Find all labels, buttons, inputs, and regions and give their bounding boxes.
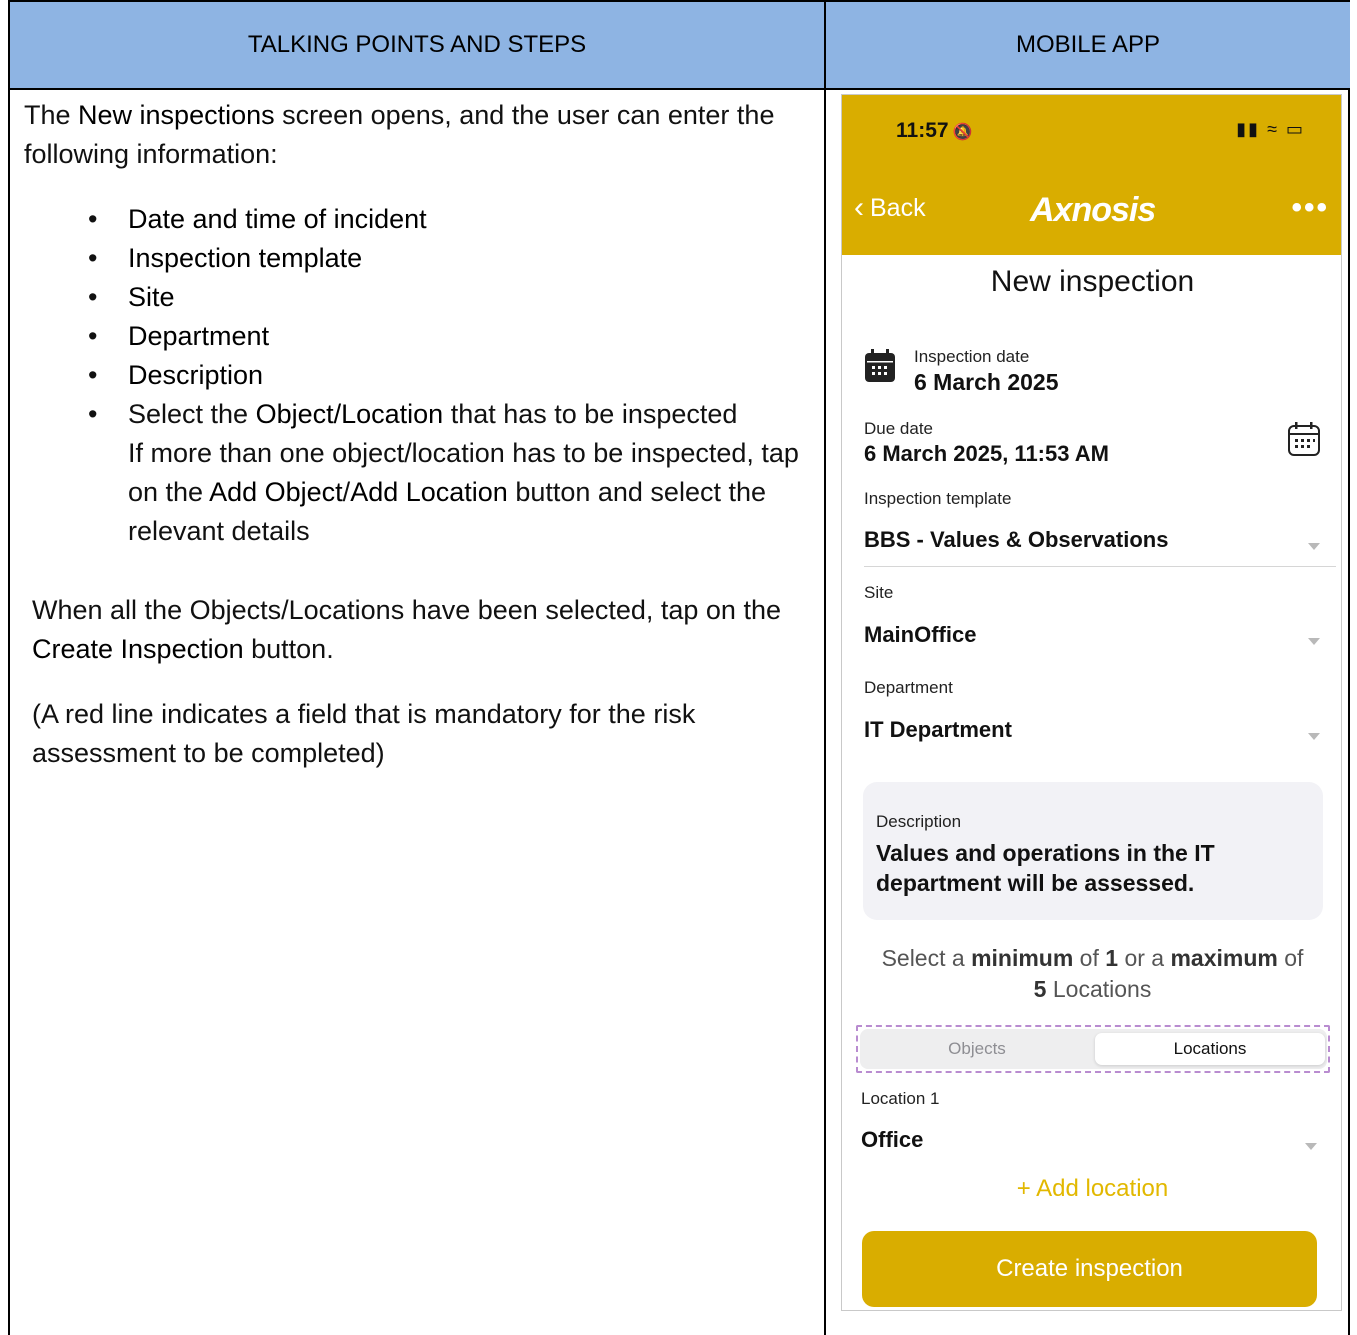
hint-text: Locations: [1046, 976, 1152, 1002]
due-date-label: Due date: [864, 419, 933, 438]
app-logo: Axnosis: [1030, 191, 1156, 229]
list-item: Site: [24, 278, 814, 317]
hint-min-value: 1: [1105, 945, 1119, 971]
intro-text: The: [24, 100, 79, 130]
calendar-icon[interactable]: [1287, 421, 1321, 457]
hint-max-value: 5: [1033, 976, 1047, 1002]
para1-bold: Create Inspection: [32, 634, 244, 664]
bell-slash-icon: 🔕: [952, 124, 973, 141]
hint-text: of: [1277, 945, 1304, 971]
tab-objects[interactable]: Objects: [862, 1033, 1092, 1065]
segmented-control: Objects Locations: [860, 1029, 1327, 1069]
header-mobile-app: MOBILE APP: [826, 2, 1350, 90]
chevron-left-icon: ‹: [854, 191, 864, 224]
hint-max: maximum: [1170, 945, 1278, 971]
chevron-down-icon: [1305, 1143, 1317, 1150]
hint-text: Select a: [881, 945, 972, 971]
header-right-label: MOBILE APP: [1015, 31, 1161, 58]
divider: [864, 566, 1336, 567]
phone-screenshot: 11:57 🔕 ▮▮ ≈ ▭ ‹ Back Axnosis ••• New ins…: [841, 94, 1342, 1311]
department-label: Department: [864, 678, 953, 697]
wifi-icon: ≈: [1267, 119, 1279, 139]
status-time-text: 11:57: [896, 119, 949, 142]
status-time: 11:57 🔕: [896, 119, 972, 143]
bullet-department: Department: [128, 321, 270, 351]
chevron-down-icon: [1308, 638, 1320, 645]
site-value: MainOffice: [864, 622, 977, 647]
para1-post: button.: [243, 634, 334, 664]
para1-text: When all the Objects/Locations have been…: [32, 595, 781, 625]
department-value: IT Department: [864, 717, 1012, 742]
bullet-template: Inspection template: [128, 243, 363, 273]
calendar-icon: [865, 349, 895, 382]
intro-bold: New inspections: [78, 100, 275, 130]
talking-points-column: The New inspections screen opens, and th…: [24, 96, 814, 773]
column-divider: [824, 2, 826, 1335]
department-select[interactable]: IT Department: [864, 717, 1334, 763]
description-value: Values and operations in the IT departme…: [876, 840, 1215, 896]
chevron-down-icon: [1308, 733, 1320, 740]
list-item: Description: [24, 356, 814, 395]
list-item: Select the Object/Location that has to b…: [24, 395, 814, 551]
add-location-button[interactable]: + Add location: [842, 1175, 1341, 1203]
create-inspection-button[interactable]: Create inspection: [862, 1231, 1317, 1307]
list-item: Date and time of incident: [24, 200, 814, 239]
hint-text: or a: [1118, 945, 1171, 971]
tab-locations[interactable]: Locations: [1095, 1033, 1325, 1065]
back-label: Back: [870, 193, 926, 222]
header-talking-points: TALKING POINTS AND STEPS: [10, 2, 824, 90]
template-value: BBS - Values & Observations: [864, 527, 1169, 552]
bullet-add-object: Add Object: [209, 477, 343, 507]
bullet-add-location: Add Location: [350, 477, 508, 507]
app-header: 11:57 🔕 ▮▮ ≈ ▭ ‹ Back Axnosis •••: [842, 95, 1341, 255]
battery-icon: ▭: [1285, 119, 1305, 139]
status-icons: ▮▮ ≈ ▭: [1236, 119, 1305, 140]
bullet-date: Date and time of incident: [128, 204, 427, 234]
hint-min: minimum: [971, 945, 1074, 971]
list-item: Inspection template: [24, 239, 814, 278]
selection-hint: Select a minimum of 1 or a maximum of 5 …: [842, 943, 1341, 1005]
template-label: Inspection template: [864, 489, 1012, 508]
inspection-date-label: Inspection date: [914, 347, 1030, 366]
inspection-date-value[interactable]: 6 March 2025: [914, 369, 1058, 396]
description-label: Description: [876, 812, 962, 831]
site-label: Site: [864, 583, 894, 602]
more-icon[interactable]: •••: [1291, 191, 1329, 225]
back-button[interactable]: ‹ Back: [854, 193, 926, 223]
hint-text: of: [1073, 945, 1106, 971]
intro-paragraph: The New inspections screen opens, and th…: [24, 96, 814, 174]
description-field[interactable]: Description Values and operations in the…: [863, 782, 1323, 920]
bullet-select-bold: Object/Location: [255, 399, 444, 429]
note-paragraph: (A red line indicates a field that is ma…: [32, 699, 696, 768]
chevron-down-icon: [1308, 543, 1320, 550]
bullet-select-pre: Select the: [128, 399, 256, 429]
location-label: Location 1: [861, 1089, 940, 1108]
location-value: Office: [861, 1127, 924, 1152]
list-item: Department: [24, 317, 814, 356]
fields-list: Date and time of incident Inspection tem…: [24, 200, 814, 551]
bullet-description: Description: [128, 360, 264, 390]
bullet-select-post: that has to be inspected: [443, 399, 738, 429]
page-title: New inspection: [990, 265, 1195, 298]
bullet-site: Site: [128, 282, 175, 312]
signal-icon: ▮▮: [1236, 119, 1261, 139]
site-select[interactable]: MainOffice: [864, 622, 1334, 668]
header-left-label: TALKING POINTS AND STEPS: [247, 31, 587, 58]
create-paragraph: When all the Objects/Locations have been…: [24, 591, 814, 669]
location-select[interactable]: Office: [861, 1127, 1331, 1173]
due-date-value[interactable]: 6 March 2025, 11:53 AM: [864, 441, 1109, 467]
